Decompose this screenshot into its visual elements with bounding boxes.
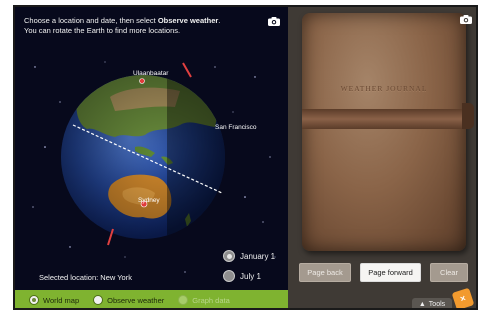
graph-data-label: Graph data	[192, 295, 230, 305]
city-label-san-francisco: San Francisco	[215, 124, 257, 131]
january-label: January 1	[240, 251, 276, 261]
space-background	[32, 61, 276, 273]
north-axis-marker	[182, 62, 192, 78]
page-back-button[interactable]: Page back	[299, 263, 351, 282]
graph-data-radio[interactable]	[178, 295, 189, 305]
journal-title: WEATHER JOURNAL	[340, 84, 428, 93]
globe-panel: Choose a location and date, then select …	[15, 7, 288, 290]
instructions-text: Choose a location and date, then select	[24, 16, 158, 25]
selected-location-text: Selected location: New York	[39, 273, 132, 282]
july-label: July 1	[240, 271, 261, 281]
journal-clasp	[462, 103, 474, 129]
world-map-radio[interactable]	[29, 295, 39, 305]
tools-up-arrow-icon: ▲	[418, 300, 426, 308]
world-map-label: World map	[43, 295, 80, 305]
world-map-radio-dot	[32, 298, 36, 302]
instructions-line2: You can rotate the Earth to find more lo…	[24, 26, 181, 35]
date-option-july[interactable]: July 1	[223, 270, 261, 282]
clear-button[interactable]: Clear	[430, 263, 468, 282]
tab-world-map[interactable]: World map	[29, 295, 79, 305]
observe-weather-radio[interactable]	[93, 295, 104, 305]
x-logo-icon: ✕	[451, 287, 475, 308]
january-radio[interactable]	[223, 250, 235, 262]
instructions: Choose a location and date, then select …	[24, 16, 264, 36]
camera-icon[interactable]	[268, 17, 280, 26]
mode-tabs: World map Observe weather Graph data	[15, 290, 288, 308]
tools-label: Tools	[428, 300, 446, 308]
earth-globe[interactable]	[61, 62, 261, 247]
journal-strap	[302, 109, 466, 129]
tab-observe-weather[interactable]: Observe weather	[93, 295, 164, 305]
journal-panel: WEATHER JOURNAL Page back Page forward C…	[288, 7, 476, 308]
observe-weather-label: Observe weather	[107, 295, 165, 305]
july-radio[interactable]	[223, 270, 235, 282]
page-forward-button[interactable]: Page forward	[360, 263, 421, 282]
instructions-bold: Observe weather	[157, 16, 219, 25]
city-label-ulaanbaatar: Ulaanbaatar	[133, 70, 169, 77]
camera-icon[interactable]	[460, 15, 472, 24]
gizmo-window: Choose a location and date, then select …	[13, 5, 478, 310]
tools-button[interactable]: ▲ Tools	[412, 298, 452, 308]
date-option-january[interactable]: January 1	[223, 250, 275, 262]
city-label-sydney: Sydney	[138, 197, 160, 204]
instructions-suffix: .	[218, 16, 221, 25]
january-radio-dot	[226, 253, 232, 259]
tab-graph-data[interactable]: Graph data	[178, 295, 230, 305]
weather-journal: WEATHER JOURNAL	[302, 13, 466, 251]
ulaanbaatar-marker[interactable]	[139, 78, 145, 84]
